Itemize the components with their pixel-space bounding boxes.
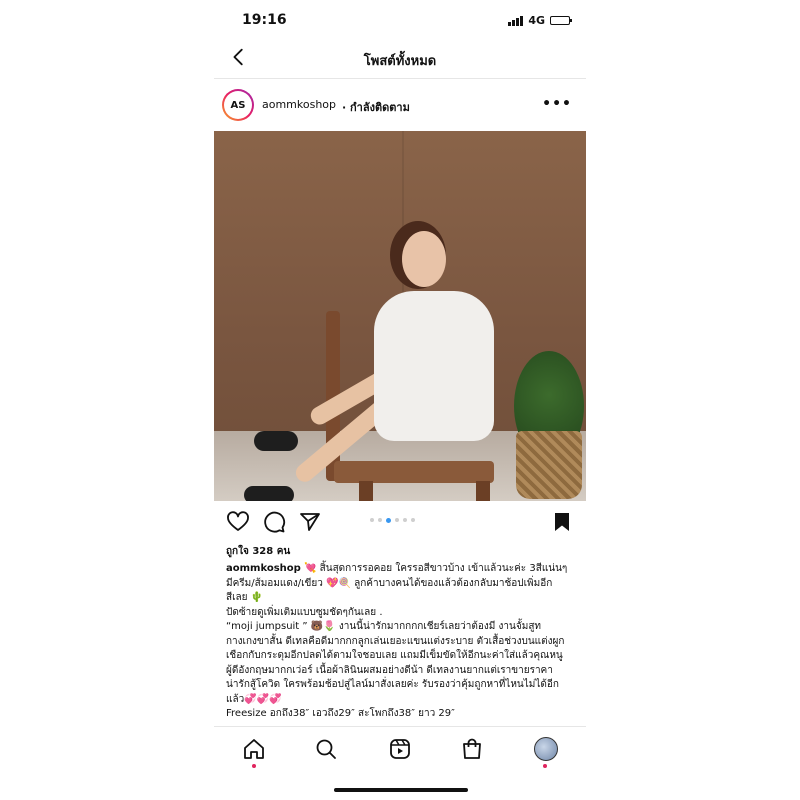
caption-line: มีครีม/ส้มอมแดง/เขียว 💖🍭 ลูกค้าบางคนได้ข… (226, 577, 553, 589)
heart-icon[interactable] (226, 510, 250, 534)
comment-icon[interactable] (262, 510, 286, 534)
shop-icon[interactable] (460, 737, 484, 761)
caption-text: สิ้นสุดการรอคอย ใครรอสีขาวบ้าง เข้าแล้วน… (319, 563, 568, 574)
caption-line: “moji jumpsuit ” 🐻🌷 งานนี้น่ารักมากกกกเช… (226, 621, 542, 632)
carousel-dot (403, 518, 407, 522)
likes-count[interactable]: ถูกใจ 328 คน (226, 544, 290, 559)
page-title: โพสต์ทั้งหมด (363, 54, 437, 69)
send-icon[interactable] (298, 510, 322, 534)
notification-dot (543, 764, 547, 768)
avatar[interactable]: AS (222, 89, 254, 121)
search-icon[interactable] (314, 737, 338, 761)
carousel-dot (370, 518, 374, 522)
home-indicator (334, 788, 468, 792)
status-indicators: 4G (508, 14, 572, 27)
notification-dot (252, 764, 256, 768)
avatar-logo: AS (224, 91, 252, 119)
caption-line: แล้ว💞💞💞 (226, 693, 282, 705)
phone-screen: 19:16 4G โพสต์ทั้งหมด AS aommkoshop · กำ… (214, 0, 586, 800)
caption-line: เชือกกับกระดุมอีกปลดได้ตามใจชอบเลย แถมมี… (226, 650, 563, 661)
home-icon[interactable] (242, 737, 266, 761)
more-horizontal-icon[interactable]: ••• (542, 96, 572, 112)
bottom-nav (214, 726, 586, 777)
caption-line: กางเกงขาสั้น ดีเทลคือดีมากกกลูกเล่นเยอะแ… (226, 635, 565, 647)
post-username[interactable]: aommkoshop (262, 98, 336, 111)
battery-icon (550, 16, 572, 25)
carousel-dot (411, 518, 415, 522)
bookmark-icon[interactable] (550, 510, 574, 534)
post-photo[interactable] (214, 131, 586, 501)
carousel-dot (378, 518, 382, 522)
caption-line: น่ารักสู้โควิด ใครพร้อมช้อปสู่ไลน์มาสั่ง… (226, 679, 559, 690)
signal-icon (508, 15, 524, 26)
caption-line: สีเลย 🌵 (226, 592, 264, 603)
caption-line: ผู้ดีอังกฤษมากกเว่อร์ เนื้อผ้าลินินผสมอย… (226, 664, 553, 676)
caption-line: ปัดซ้ายดูเพิ่มเติมแบบซูมชัดๆกันเลย . (226, 606, 383, 618)
caption-username[interactable]: aommkoshop (226, 563, 301, 574)
following-status[interactable]: · กำลังติดตาม (342, 98, 410, 116)
post-caption: aommkoshop 💘 สิ้นสุดการรอคอย ใครรอสีขาวบ… (226, 562, 578, 722)
caption-line: aommkoshop 💘 สิ้นสุดการรอคอย ใครรอสีขาวบ… (226, 562, 578, 577)
network-label: 4G (528, 14, 545, 27)
top-header: โพสต์ทั้งหมด (214, 40, 586, 79)
post-actions (214, 510, 586, 536)
profile-avatar[interactable] (534, 737, 558, 761)
carousel-dot (395, 518, 399, 522)
post-header: AS aommkoshop · กำลังติดตาม ••• (214, 88, 586, 124)
status-bar: 19:16 4G (214, 12, 586, 34)
carousel-dot (386, 517, 391, 523)
caption-line: Freesize อกถึง38″ เอวถึง29″ สะโพกถึง38″ … (226, 708, 455, 719)
carousel-indicator (370, 517, 415, 523)
reels-icon[interactable] (388, 737, 412, 761)
caption-emoji: 💘 (304, 563, 317, 574)
status-time: 19:16 (242, 12, 287, 28)
